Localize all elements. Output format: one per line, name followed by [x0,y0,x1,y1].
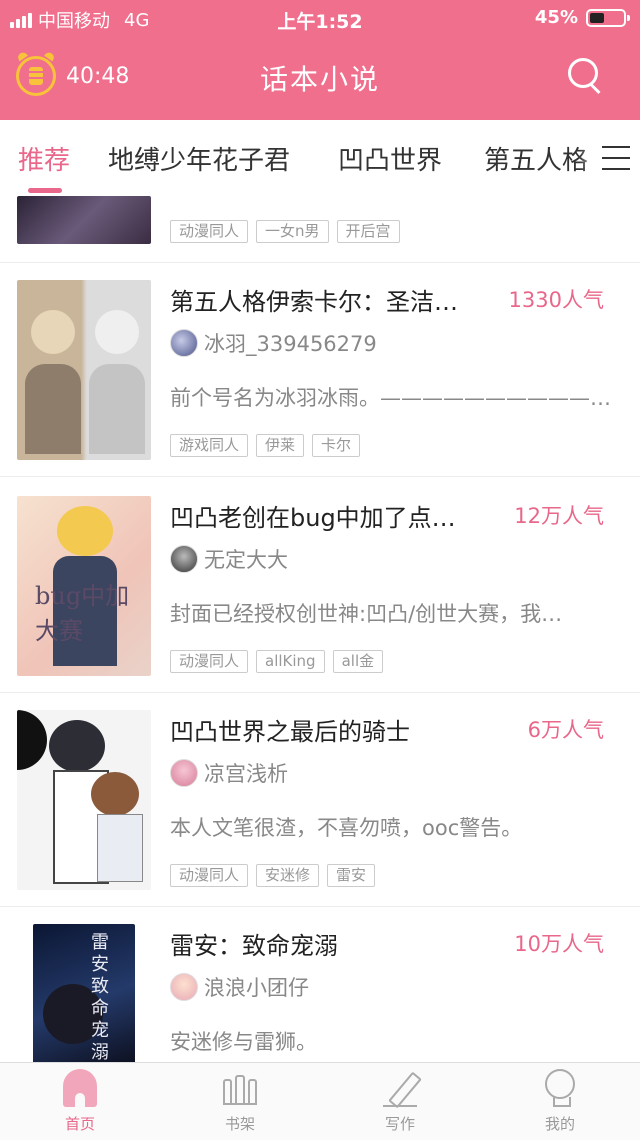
tab-write-label: 写作 [384,1115,415,1133]
list-item[interactable]: 第五人格伊索卡尔：圣洁… 1330人气 冰羽_339456279 前个号名为冰羽… [0,264,640,477]
story-cover [17,280,151,460]
tag[interactable]: 雷安 [327,864,376,887]
story-feed[interactable]: 动漫同人 一女n男 开后宫 第五人格伊索卡尔：圣洁… 1330人气 冰羽_339… [0,196,640,1062]
story-cover [17,196,151,244]
author[interactable]: 冰羽_339456279 [170,328,377,358]
pen-icon [383,1069,422,1109]
popularity-count: 10万人气 [514,932,604,956]
avatar [170,329,198,357]
bottom-tab-bar: 首页 书架 写作 我的 [0,1062,640,1140]
tab-write[interactable]: 写作 [360,1069,440,1134]
tab-me-label: 我的 [544,1115,575,1133]
list-item[interactable]: 动漫同人 一女n男 开后宫 [0,196,640,263]
popularity-count: 1330人气 [508,288,604,312]
tag-list: 游戏同人 伊莱 卡尔 [170,434,361,457]
nav-bar: 40:48 话本小说 [0,40,640,112]
story-cover: 雷安致命宠溺 [33,924,135,1062]
author-name: 凉宫浅析 [204,762,288,786]
tag[interactable]: 安迷修 [256,864,320,887]
author[interactable]: 浪浪小团仔 [170,972,309,1002]
tag[interactable]: allKing [256,650,325,673]
tag[interactable]: 动漫同人 [170,650,249,673]
tag[interactable]: 一女n男 [256,220,329,243]
active-tab-indicator [28,188,62,193]
tab-home-label: 首页 [64,1115,95,1133]
popularity-count: 12万人气 [514,504,604,528]
category-tabs: 推荐 地缚少年花子君 凹凸世界 第五人格 [0,120,640,197]
tag-list: 动漫同人 allKing all金 [170,650,384,673]
author-name: 浪浪小团仔 [204,976,309,1000]
cover-text: 雷安致命宠溺 [91,932,109,1062]
story-cover: bug中加大赛 [17,496,151,676]
tab-hanako-kun[interactable]: 地缚少年花子君 [108,140,290,177]
tab-me[interactable]: 我的 [520,1069,600,1134]
tag-list: 动漫同人 安迷修 雷安 [170,864,376,887]
tag[interactable]: 游戏同人 [170,434,249,457]
tag[interactable]: 伊莱 [256,434,305,457]
avatar [170,545,198,573]
story-title[interactable]: 第五人格伊索卡尔：圣洁… [170,282,490,317]
battery-percent: 45% [534,7,578,28]
tab-bookshelf-label: 书架 [224,1115,255,1133]
avatar [170,973,198,1001]
author-name: 无定大大 [204,548,288,572]
tag[interactable]: 动漫同人 [170,220,249,243]
list-item[interactable]: 雷安致命宠溺 雷安：致命宠溺 10万人气 浪浪小团仔 安迷修与雷狮。 [0,908,640,1062]
status-bar: 中国移动 4G 上午1:52 45% [0,0,640,36]
story-description: 封面已经授权创世神:凹凸/创世大赛，我… [170,602,563,626]
list-item[interactable]: bug中加大赛 凹凸老创在bug中加了点… 12万人气 无定大大 封面已经授权创… [0,480,640,693]
tab-bookshelf[interactable]: 书架 [200,1069,280,1134]
tab-identity-v[interactable]: 第五人格 [484,140,588,177]
story-title[interactable]: 雷安：致命宠溺 [170,926,490,961]
cover-text: bug中加大赛 [35,582,130,645]
popularity-count: 6万人气 [527,718,604,742]
menu-icon[interactable] [602,146,630,170]
tag[interactable]: all金 [332,650,384,673]
tab-home[interactable]: 首页 [40,1069,120,1134]
home-icon [63,1069,97,1107]
author[interactable]: 无定大大 [170,544,288,574]
tab-aotu-world[interactable]: 凹凸世界 [338,140,442,177]
search-icon[interactable] [568,58,602,95]
tag[interactable]: 动漫同人 [170,864,249,887]
story-description: 前个号名为冰羽冰雨。———————————… [170,386,622,410]
tag[interactable]: 卡尔 [312,434,361,457]
author-name: 冰羽_339456279 [204,332,377,356]
tag-list: 动漫同人 一女n男 开后宫 [170,220,400,243]
tab-recommend[interactable]: 推荐 [18,140,70,177]
story-cover [17,710,151,890]
story-title[interactable]: 凹凸世界之最后的骑士 [170,712,490,747]
list-item[interactable]: 凹凸世界之最后的骑士 6万人气 凉宫浅析 本人文笔很渣，不喜勿喷，ooc警告。 … [0,694,640,907]
app-header: 中国移动 4G 上午1:52 45% 40:48 话本小说 [0,0,640,120]
story-description: 本人文笔很渣，不喜勿喷，ooc警告。 [170,816,523,840]
profile-icon [545,1069,575,1107]
story-description: 安迷修与雷狮。 [170,1030,317,1054]
avatar [170,759,198,787]
tag[interactable]: 开后宫 [336,220,400,243]
story-title[interactable]: 凹凸老创在bug中加了点… [170,498,490,533]
bookshelf-icon [223,1069,257,1105]
author[interactable]: 凉宫浅析 [170,758,288,788]
battery-icon [586,8,630,27]
page-title: 话本小说 [259,63,380,96]
